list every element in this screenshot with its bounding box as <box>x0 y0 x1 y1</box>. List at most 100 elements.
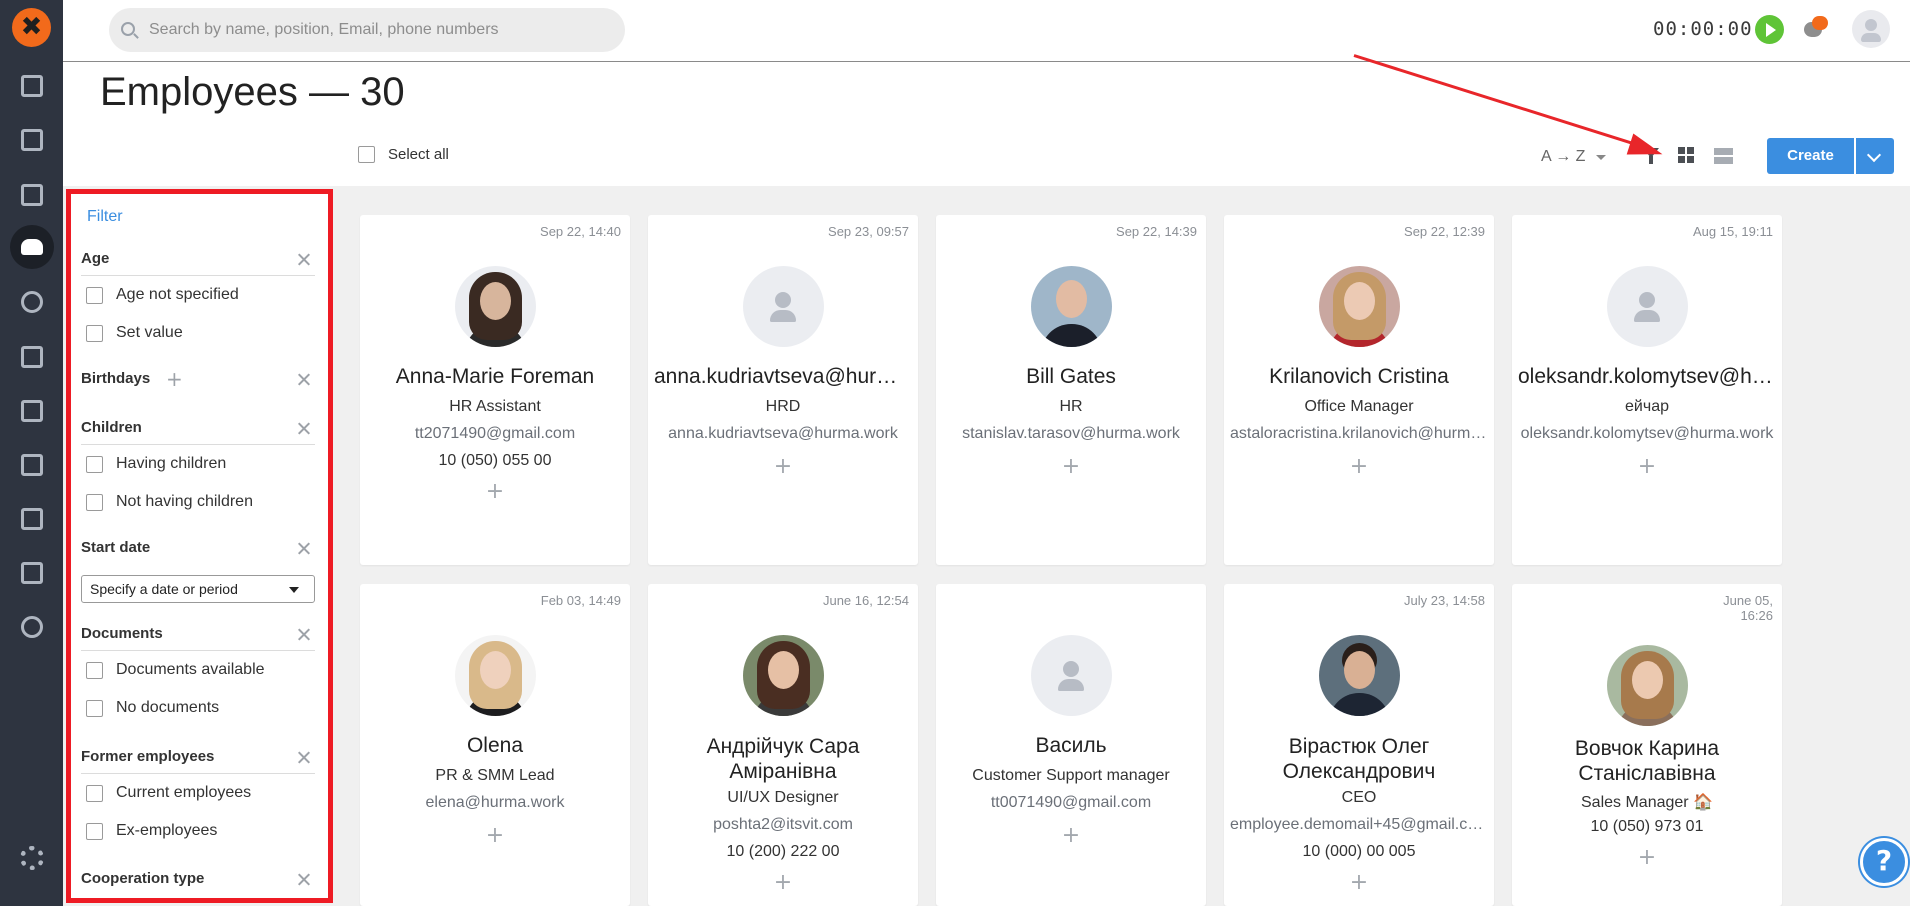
avatar[interactable] <box>1319 266 1400 347</box>
employee-name[interactable]: Olena <box>366 734 624 758</box>
user-avatar[interactable] <box>1852 10 1890 48</box>
calendar-icon[interactable] <box>0 118 63 162</box>
org-structure-icon[interactable] <box>0 335 63 379</box>
checkbox[interactable] <box>86 493 103 511</box>
employee-card[interactable]: July 23, 14:58 Вiрастюк Олег Олександров… <box>1224 584 1494 906</box>
close-icon[interactable] <box>297 627 311 641</box>
employee-email[interactable]: anna.kudriavtseva@hurma.work <box>654 425 912 443</box>
search-input[interactable] <box>149 18 609 42</box>
avatar[interactable] <box>455 266 536 347</box>
checkbox[interactable] <box>86 822 103 840</box>
employee-email[interactable]: employee.demomail+45@gmail.com <box>1230 816 1488 834</box>
avatar[interactable] <box>1031 266 1112 347</box>
avatar[interactable] <box>1607 645 1688 726</box>
employee-name[interactable]: Bill Gates <box>942 365 1200 389</box>
play-icon[interactable] <box>1755 15 1784 44</box>
filter-option[interactable]: Documents available <box>81 651 315 689</box>
employee-card[interactable]: Василь Customer Support manager tt007149… <box>936 584 1206 906</box>
employee-email[interactable]: elena@hurma.work <box>366 794 624 812</box>
dashboard-icon[interactable] <box>0 64 63 108</box>
profile-icon[interactable] <box>0 605 63 649</box>
add-icon[interactable]: + <box>770 872 796 894</box>
close-icon[interactable] <box>297 750 311 764</box>
checkbox[interactable] <box>86 784 103 802</box>
filter-option[interactable]: Ex-employees <box>81 812 315 850</box>
tasks-check-icon[interactable] <box>0 443 63 487</box>
employee-name[interactable]: Андрійчук Сара Амiранiвна <box>654 734 912 784</box>
employee-card[interactable]: Feb 03, 14:49 Olena PR & SMM Lead elena@… <box>360 584 630 906</box>
employee-email[interactable]: astaloracristina.krilanovich@hurma.work <box>1230 425 1488 443</box>
employee-card[interactable]: June 05, 16:26 Вовчок Карина Станiславiв… <box>1512 584 1782 906</box>
add-icon[interactable]: + <box>1058 456 1084 478</box>
checkbox[interactable] <box>86 286 103 304</box>
close-icon[interactable] <box>297 541 311 555</box>
add-icon[interactable]: + <box>482 481 508 503</box>
employee-card[interactable]: Sep 23, 09:57 anna.kudriavtseva@hurma.wo… <box>648 215 918 565</box>
folder-person-icon[interactable] <box>0 173 63 217</box>
speedometer-icon[interactable] <box>0 280 63 324</box>
filter-option[interactable]: Set value <box>81 314 315 352</box>
employee-name[interactable]: anna.kudriavtseva@hurma.work <box>654 365 912 389</box>
employee-name[interactable]: Василь <box>942 734 1200 758</box>
help-button[interactable]: ? <box>1860 838 1908 886</box>
people-icon[interactable] <box>0 225 63 269</box>
filter-option[interactable]: No documents <box>81 689 315 727</box>
select-all[interactable]: Select all <box>358 146 449 163</box>
checkbox[interactable] <box>86 455 103 473</box>
employee-name[interactable]: Anna-Marie Foreman <box>366 365 624 389</box>
plus-icon[interactable]: + <box>166 369 183 389</box>
employee-card[interactable]: Sep 22, 14:39 Bill Gates HR stanislav.ta… <box>936 215 1206 565</box>
employee-email[interactable]: tt2071490@gmail.com <box>366 425 624 443</box>
checkbox[interactable] <box>86 324 103 342</box>
close-icon[interactable] <box>297 872 311 886</box>
employee-email[interactable]: oleksandr.kolomytsev@hurma.work <box>1518 425 1776 443</box>
add-icon[interactable]: + <box>1058 825 1084 847</box>
chart-icon[interactable] <box>0 497 63 541</box>
create-button[interactable]: Create <box>1767 138 1854 174</box>
employee-card[interactable]: Aug 15, 19:11 oleksandr.kolomytsev@hurma… <box>1512 215 1782 565</box>
filter-option[interactable]: Having children <box>81 445 315 483</box>
avatar[interactable] <box>455 635 536 716</box>
employee-email[interactable]: tt0071490@gmail.com <box>942 794 1200 812</box>
filter-option[interactable]: Age not specified <box>81 276 315 314</box>
filter-title[interactable]: Filter <box>87 208 123 226</box>
add-icon[interactable]: + <box>770 456 796 478</box>
employee-email[interactable]: poshta2@itsvit.com <box>654 816 912 834</box>
close-icon[interactable] <box>297 252 311 266</box>
sort-dropdown[interactable]: A → Z <box>1541 148 1585 166</box>
documents-icon[interactable] <box>0 389 63 433</box>
employee-name[interactable]: Вiрастюк Олег Олександрович <box>1230 734 1488 784</box>
close-icon[interactable] <box>297 372 311 386</box>
avatar-placeholder[interactable] <box>1031 635 1112 716</box>
employee-email[interactable]: stanislav.tarasov@hurma.work <box>942 425 1200 443</box>
avatar[interactable] <box>743 635 824 716</box>
avatar-placeholder[interactable] <box>743 266 824 347</box>
add-icon[interactable]: + <box>1346 456 1372 478</box>
add-icon[interactable]: + <box>482 825 508 847</box>
checkbox[interactable] <box>86 661 103 679</box>
employee-card[interactable]: Sep 22, 12:39 Krilanovich Cristina Offic… <box>1224 215 1494 565</box>
filter-option[interactable]: Current employees <box>81 774 315 812</box>
add-icon[interactable]: + <box>1346 872 1372 894</box>
add-icon[interactable]: + <box>1634 456 1660 478</box>
gear-icon[interactable] <box>20 846 44 870</box>
checkbox[interactable] <box>86 699 103 717</box>
employee-name[interactable]: oleksandr.kolomytsev@hurma.work <box>1518 365 1776 389</box>
book-icon[interactable] <box>0 551 63 595</box>
avatar[interactable] <box>1319 635 1400 716</box>
create-dropdown-button[interactable] <box>1856 138 1894 174</box>
employee-card[interactable]: June 16, 12:54 Андрійчук Сара Амiранiвна… <box>648 584 918 906</box>
filter-option[interactable]: Not having children <box>81 483 315 521</box>
select-all-checkbox[interactable] <box>358 146 375 163</box>
employee-name[interactable]: Krilanovich Cristina <box>1230 365 1488 389</box>
close-icon[interactable] <box>297 421 311 435</box>
chat-icon[interactable] <box>1804 16 1828 40</box>
list-view-icon[interactable] <box>1714 148 1733 164</box>
app-logo[interactable]: ✖ <box>12 8 51 47</box>
grid-view-icon[interactable] <box>1678 147 1695 164</box>
date-period-select[interactable]: Specify a date or period <box>81 575 315 603</box>
add-icon[interactable]: + <box>1634 847 1660 869</box>
employee-name[interactable]: Вовчок Карина Станiславiвна <box>1518 736 1776 786</box>
employee-card[interactable]: Sep 22, 14:40 Anna-Marie Foreman HR Assi… <box>360 215 630 565</box>
avatar-placeholder[interactable] <box>1607 266 1688 347</box>
